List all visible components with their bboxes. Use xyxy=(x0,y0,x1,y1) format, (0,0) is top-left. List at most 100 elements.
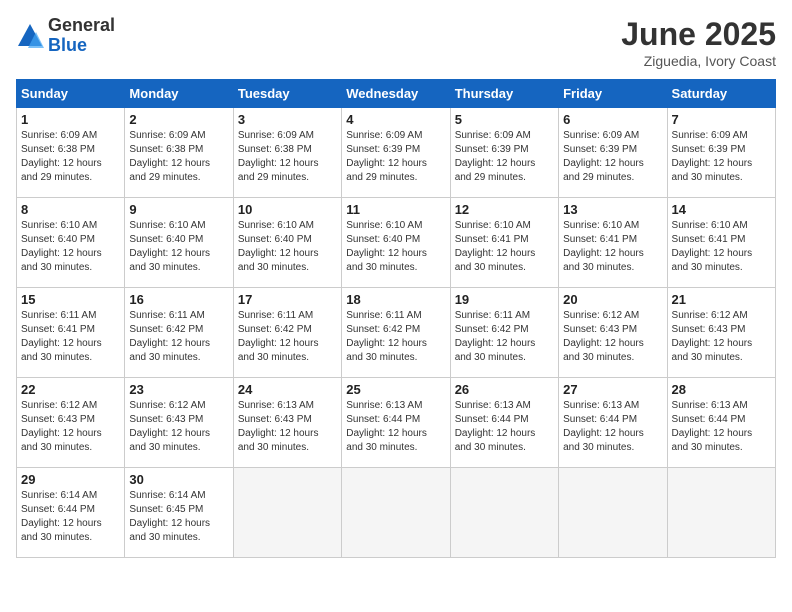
day-info: Sunrise: 6:13 AMSunset: 6:44 PMDaylight:… xyxy=(346,399,445,455)
day-info: Sunrise: 6:12 AMSunset: 6:43 PMDaylight:… xyxy=(563,309,662,365)
day-number: 4 xyxy=(346,112,445,127)
day-number: 13 xyxy=(563,202,662,217)
day-number: 14 xyxy=(672,202,771,217)
day-number: 7 xyxy=(672,112,771,127)
calendar-week-row: 29 Sunrise: 6:14 AMSunset: 6:44 PMDayligh… xyxy=(17,468,776,558)
day-number: 19 xyxy=(455,292,554,307)
day-info: Sunrise: 6:10 AMSunset: 6:40 PMDaylight:… xyxy=(346,219,445,275)
day-number: 3 xyxy=(238,112,337,127)
day-number: 28 xyxy=(672,382,771,397)
day-number: 26 xyxy=(455,382,554,397)
calendar-cell: 11Sunrise: 6:10 AMSunset: 6:40 PMDayligh… xyxy=(342,198,450,288)
calendar-week-row: 15 Sunrise: 6:11 AMSunset: 6:41 PMDayligh… xyxy=(17,288,776,378)
page-header: General Blue June 2025 Ziguedia, Ivory C… xyxy=(16,16,776,69)
calendar-week-row: 1Sunrise: 6:09 AMSunset: 6:38 PMDaylight… xyxy=(17,108,776,198)
day-info: Sunrise: 6:12 AMSunset: 6:43 PMDaylight:… xyxy=(672,309,771,365)
day-number: 23 xyxy=(129,382,228,397)
calendar-cell xyxy=(559,468,667,558)
calendar-cell: 22 Sunrise: 6:12 AMSunset: 6:43 PMDayligh… xyxy=(17,378,125,468)
calendar-cell: 15 Sunrise: 6:11 AMSunset: 6:41 PMDayligh… xyxy=(17,288,125,378)
logo: General Blue xyxy=(16,16,115,56)
day-info: Sunrise: 6:11 AMSunset: 6:41 PMDaylight:… xyxy=(21,309,120,365)
calendar-week-row: 22 Sunrise: 6:12 AMSunset: 6:43 PMDayligh… xyxy=(17,378,776,468)
logo-blue: Blue xyxy=(48,36,115,56)
weekday-header: Saturday xyxy=(667,80,775,108)
calendar-cell: 16 Sunrise: 6:11 AMSunset: 6:42 PMDayligh… xyxy=(125,288,233,378)
calendar-cell: 6 Sunrise: 6:09 AMSunset: 6:39 PMDaylight… xyxy=(559,108,667,198)
calendar-cell: 23 Sunrise: 6:12 AMSunset: 6:43 PMDayligh… xyxy=(125,378,233,468)
weekday-header: Monday xyxy=(125,80,233,108)
day-number: 12 xyxy=(455,202,554,217)
calendar-cell xyxy=(450,468,558,558)
day-number: 24 xyxy=(238,382,337,397)
day-info: Sunrise: 6:10 AMSunset: 6:41 PMDaylight:… xyxy=(563,219,662,275)
day-number: 18 xyxy=(346,292,445,307)
calendar-cell: 7 Sunrise: 6:09 AMSunset: 6:39 PMDaylight… xyxy=(667,108,775,198)
day-info: Sunrise: 6:09 AMSunset: 6:38 PMDaylight:… xyxy=(238,129,337,185)
weekday-header: Sunday xyxy=(17,80,125,108)
calendar-cell xyxy=(233,468,341,558)
calendar-cell: 13 Sunrise: 6:10 AMSunset: 6:41 PMDayligh… xyxy=(559,198,667,288)
day-info: Sunrise: 6:14 AMSunset: 6:44 PMDaylight:… xyxy=(21,489,120,545)
day-number: 9 xyxy=(129,202,228,217)
day-number: 29 xyxy=(21,472,120,487)
day-number: 27 xyxy=(563,382,662,397)
calendar-cell: 25 Sunrise: 6:13 AMSunset: 6:44 PMDayligh… xyxy=(342,378,450,468)
day-info: Sunrise: 6:14 AMSunset: 6:45 PMDaylight:… xyxy=(129,489,228,545)
calendar-cell: 3 Sunrise: 6:09 AMSunset: 6:38 PMDaylight… xyxy=(233,108,341,198)
calendar-cell: 2 Sunrise: 6:09 AMSunset: 6:38 PMDaylight… xyxy=(125,108,233,198)
day-number: 22 xyxy=(21,382,120,397)
weekday-header-row: SundayMondayTuesdayWednesdayThursdayFrid… xyxy=(17,80,776,108)
day-info: Sunrise: 6:09 AMSunset: 6:38 PMDaylight:… xyxy=(21,129,120,185)
day-info: Sunrise: 6:09 AMSunset: 6:39 PMDaylight:… xyxy=(672,129,771,185)
calendar-cell: 19 Sunrise: 6:11 AMSunset: 6:42 PMDayligh… xyxy=(450,288,558,378)
calendar-cell: 14 Sunrise: 6:10 AMSunset: 6:41 PMDayligh… xyxy=(667,198,775,288)
logo-icon xyxy=(16,22,44,50)
calendar-cell: 26 Sunrise: 6:13 AMSunset: 6:44 PMDayligh… xyxy=(450,378,558,468)
day-info: Sunrise: 6:10 AMSunset: 6:40 PMDaylight:… xyxy=(238,219,337,275)
weekday-header: Wednesday xyxy=(342,80,450,108)
weekday-header: Friday xyxy=(559,80,667,108)
title-block: June 2025 Ziguedia, Ivory Coast xyxy=(621,16,776,69)
day-info: Sunrise: 6:10 AMSunset: 6:40 PMDaylight:… xyxy=(21,219,120,275)
day-info: Sunrise: 6:13 AMSunset: 6:44 PMDaylight:… xyxy=(455,399,554,455)
calendar-cell: 17Sunrise: 6:11 AMSunset: 6:42 PMDayligh… xyxy=(233,288,341,378)
day-info: Sunrise: 6:09 AMSunset: 6:39 PMDaylight:… xyxy=(346,129,445,185)
day-info: Sunrise: 6:12 AMSunset: 6:43 PMDaylight:… xyxy=(21,399,120,455)
logo-text: General Blue xyxy=(48,16,115,56)
day-info: Sunrise: 6:11 AMSunset: 6:42 PMDaylight:… xyxy=(129,309,228,365)
day-info: Sunrise: 6:09 AMSunset: 6:38 PMDaylight:… xyxy=(129,129,228,185)
day-info: Sunrise: 6:12 AMSunset: 6:43 PMDaylight:… xyxy=(129,399,228,455)
day-number: 2 xyxy=(129,112,228,127)
calendar-table: SundayMondayTuesdayWednesdayThursdayFrid… xyxy=(16,79,776,558)
day-number: 25 xyxy=(346,382,445,397)
day-number: 15 xyxy=(21,292,120,307)
weekday-header: Thursday xyxy=(450,80,558,108)
calendar-cell: 18Sunrise: 6:11 AMSunset: 6:42 PMDayligh… xyxy=(342,288,450,378)
day-number: 17 xyxy=(238,292,337,307)
calendar-cell: 24 Sunrise: 6:13 AMSunset: 6:43 PMDayligh… xyxy=(233,378,341,468)
location-subtitle: Ziguedia, Ivory Coast xyxy=(621,53,776,69)
day-info: Sunrise: 6:10 AMSunset: 6:41 PMDaylight:… xyxy=(672,219,771,275)
calendar-cell xyxy=(342,468,450,558)
month-title: June 2025 xyxy=(621,16,776,53)
day-info: Sunrise: 6:10 AMSunset: 6:41 PMDaylight:… xyxy=(455,219,554,275)
calendar-cell: 12 Sunrise: 6:10 AMSunset: 6:41 PMDayligh… xyxy=(450,198,558,288)
weekday-header: Tuesday xyxy=(233,80,341,108)
day-number: 20 xyxy=(563,292,662,307)
day-info: Sunrise: 6:13 AMSunset: 6:44 PMDaylight:… xyxy=(563,399,662,455)
calendar-week-row: 8Sunrise: 6:10 AMSunset: 6:40 PMDaylight… xyxy=(17,198,776,288)
calendar-cell: 29 Sunrise: 6:14 AMSunset: 6:44 PMDayligh… xyxy=(17,468,125,558)
calendar-cell: 10Sunrise: 6:10 AMSunset: 6:40 PMDayligh… xyxy=(233,198,341,288)
day-info: Sunrise: 6:13 AMSunset: 6:43 PMDaylight:… xyxy=(238,399,337,455)
day-number: 16 xyxy=(129,292,228,307)
calendar-cell: 5Sunrise: 6:09 AMSunset: 6:39 PMDaylight… xyxy=(450,108,558,198)
calendar-cell: 20 Sunrise: 6:12 AMSunset: 6:43 PMDayligh… xyxy=(559,288,667,378)
day-number: 6 xyxy=(563,112,662,127)
calendar-cell: 9Sunrise: 6:10 AMSunset: 6:40 PMDaylight… xyxy=(125,198,233,288)
day-info: Sunrise: 6:11 AMSunset: 6:42 PMDaylight:… xyxy=(455,309,554,365)
day-number: 30 xyxy=(129,472,228,487)
calendar-cell: 30 Sunrise: 6:14 AMSunset: 6:45 PMDayligh… xyxy=(125,468,233,558)
day-info: Sunrise: 6:09 AMSunset: 6:39 PMDaylight:… xyxy=(563,129,662,185)
day-number: 21 xyxy=(672,292,771,307)
